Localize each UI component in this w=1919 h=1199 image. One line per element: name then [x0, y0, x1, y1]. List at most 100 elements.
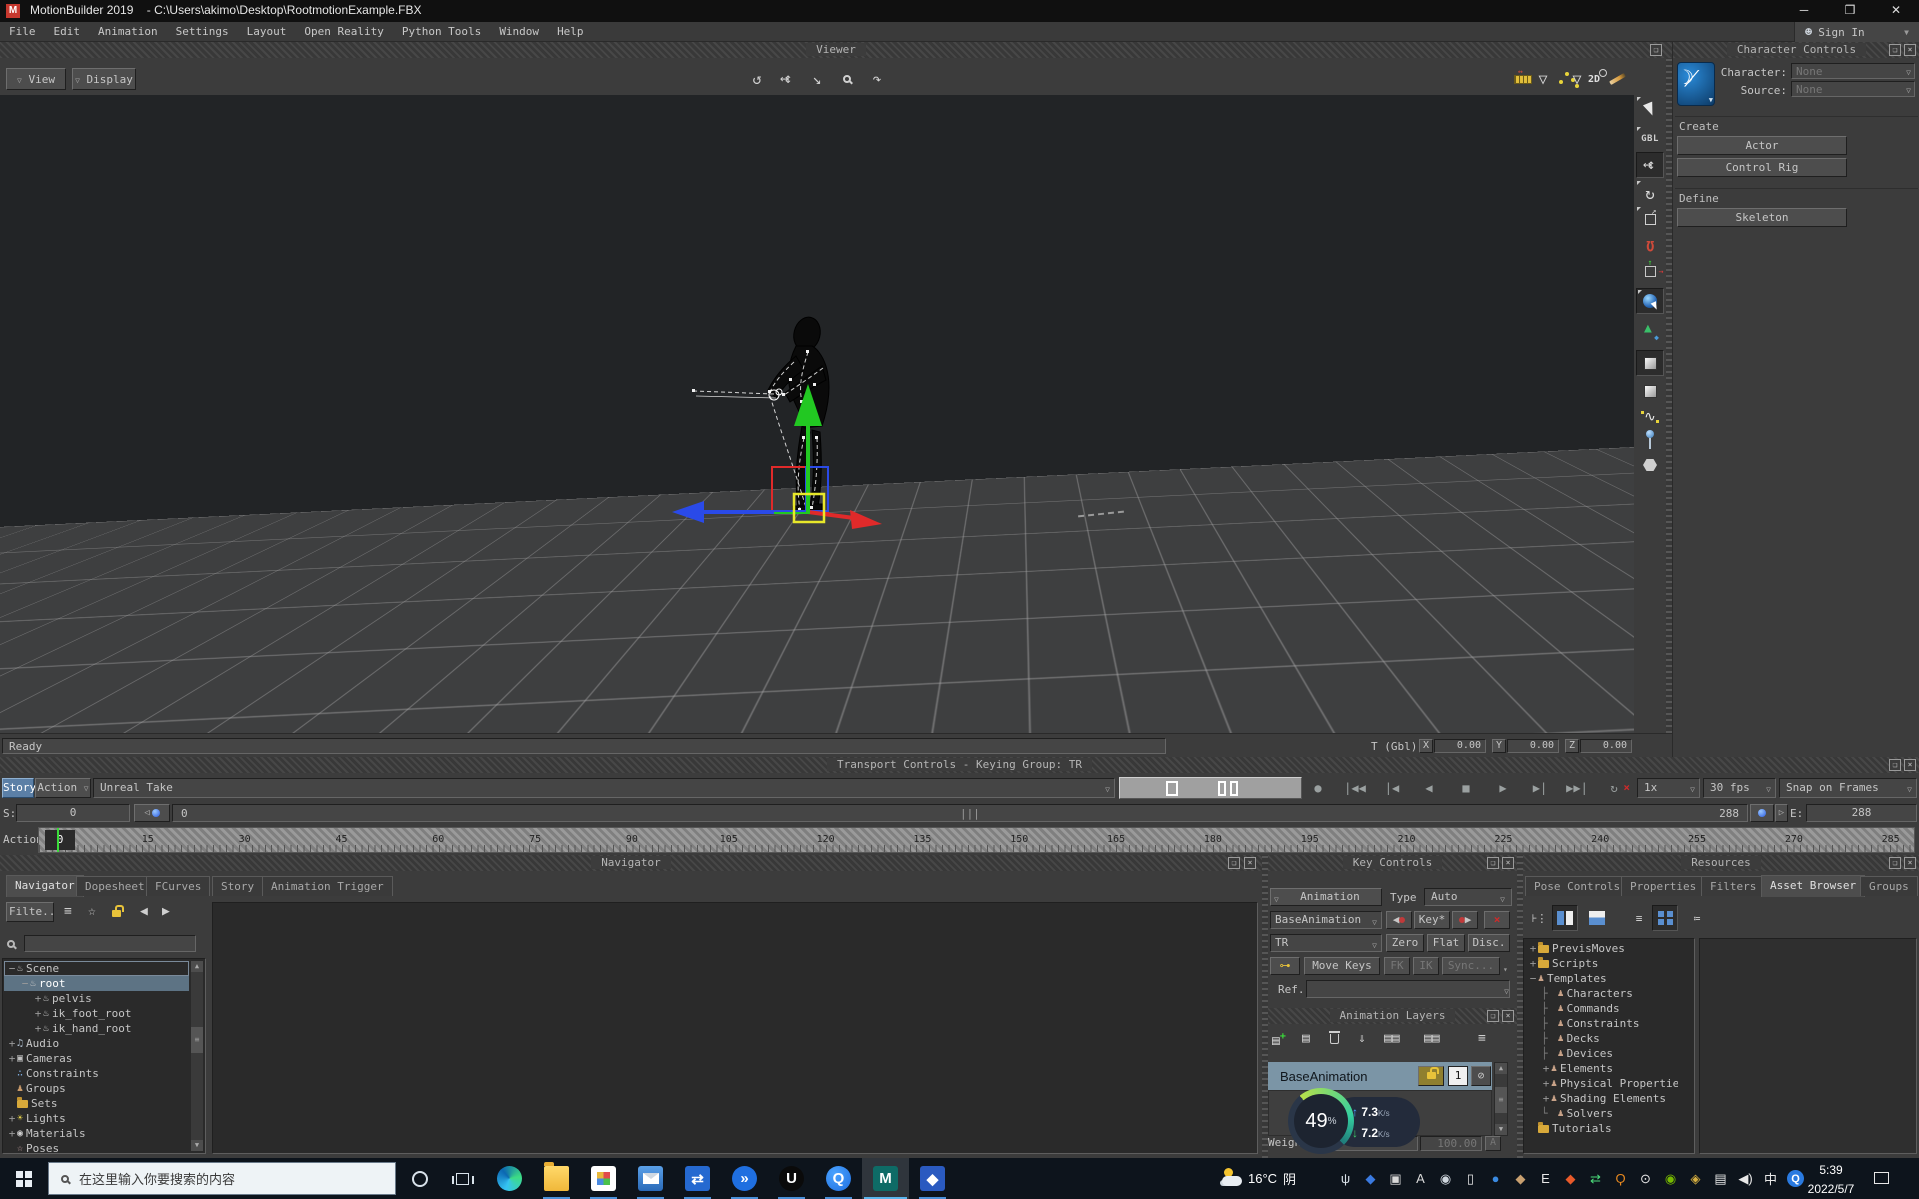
menu-settings[interactable]: Settings [167, 22, 238, 42]
tree-item-materials[interactable]: + ◉ Materials [4, 1126, 189, 1141]
menu-file[interactable]: File [0, 22, 45, 42]
playback-speed-dropdown[interactable]: 1x ▽ [1637, 778, 1700, 798]
scale-tool[interactable] [1636, 206, 1664, 232]
tree-item-constraints[interactable]: ├ ♟ Constraints [1525, 1016, 1678, 1031]
weight-value[interactable]: 100.00 [1420, 1136, 1482, 1151]
tab-asset-browser[interactable]: Asset Browser [1761, 875, 1866, 897]
ruler-tool-icon[interactable] [1508, 67, 1538, 90]
select-cone-tool[interactable] [1636, 318, 1664, 344]
select-sphere-tool[interactable] [1636, 288, 1664, 314]
zoom-line-icon[interactable]: ↘ [804, 68, 830, 90]
create-actor-button[interactable]: Actor [1677, 136, 1847, 155]
magnify-icon[interactable] [834, 68, 860, 90]
translate-tool[interactable] [1636, 152, 1664, 178]
tree-item-audio[interactable]: + ♫ Audio [4, 1036, 189, 1051]
more-options-icon[interactable]: ▾ [1503, 962, 1508, 980]
layer-lock-icon[interactable] [1418, 1066, 1444, 1086]
tab-filters[interactable]: Filters [1701, 876, 1766, 896]
range-handle[interactable]: ||| [960, 807, 980, 820]
translate-plane-tool[interactable] [1636, 258, 1664, 284]
expander-icon[interactable]: + [33, 1022, 43, 1035]
x-axis-value[interactable]: 0.00 [1434, 739, 1486, 753]
notification-center-icon[interactable] [1874, 1172, 1889, 1184]
orbit-icon[interactable]: ↺ [744, 68, 770, 90]
pin-tool[interactable] [1636, 428, 1664, 454]
tab-fcurves[interactable]: FCurves [146, 876, 211, 896]
playhead-frame-box[interactable]: 0 [45, 830, 75, 850]
grid-view-icon[interactable] [1652, 905, 1678, 931]
tree-item-lights[interactable]: + ☀ Lights [4, 1111, 189, 1126]
taskbar-blue-app[interactable]: » [721, 1158, 768, 1199]
set-key-button[interactable]: Key* [1414, 911, 1450, 929]
tree-item-scene[interactable]: − ♨ Scene [4, 961, 189, 976]
global-local-toggle[interactable]: GBL [1636, 126, 1664, 152]
z-axis-value[interactable]: 0.00 [1580, 739, 1632, 753]
zero-button[interactable]: Zero [1386, 934, 1424, 952]
phone-icon[interactable]: ▯ [1458, 1158, 1483, 1199]
tree-item-sets[interactable]: Sets [4, 1096, 189, 1111]
tree-item-templates[interactable]: − ♟ Templates [1525, 971, 1678, 986]
snap-dropdown[interactable]: Snap on Frames ▽ [1779, 778, 1917, 798]
tab-pose-controls[interactable]: Pose Controls [1525, 876, 1630, 896]
take-dropdown[interactable]: Unreal Take ▽ [93, 778, 1115, 798]
tree-item-constraints[interactable]: ∴ Constraints [4, 1066, 189, 1081]
menu-help[interactable]: Help [548, 22, 593, 42]
new-layer-icon[interactable]: ▤+ [1272, 1031, 1286, 1048]
tab-navigator[interactable]: Navigator [6, 875, 84, 897]
tree-item-characters[interactable]: ├ ♟ Characters [1525, 986, 1678, 1001]
tree-scrollbar[interactable]: ▲ ≡ ▼ [190, 960, 204, 1152]
menu-window[interactable]: Window [490, 22, 548, 42]
expander-icon[interactable]: − [20, 977, 30, 990]
move-keys-button[interactable]: Move Keys [1304, 957, 1380, 975]
menu-open-reality[interactable]: Open Reality [295, 22, 392, 42]
single-pane-icon[interactable] [1166, 781, 1178, 796]
start-frame-field[interactable]: 0 [16, 804, 130, 822]
double-pane-icon-b[interactable] [1230, 781, 1238, 796]
start-button[interactable] [0, 1158, 48, 1199]
tree-item-root[interactable]: − ♨ root [4, 976, 189, 991]
character-icon[interactable]: ⟋ ☽ ▼ [1677, 62, 1715, 106]
tab-animation-trigger[interactable]: Animation Trigger [262, 876, 393, 896]
hexagon-tool[interactable] [1636, 452, 1664, 478]
frame-range-bar[interactable]: 0 ||| 288 [172, 804, 1748, 822]
taskbar-edge[interactable] [486, 1158, 533, 1199]
dock-icon[interactable]: ❏ [1650, 44, 1662, 56]
tree-item-devices[interactable]: ├ ♟ Devices [1525, 1046, 1678, 1061]
steam-icon[interactable]: ◉ [1433, 1158, 1458, 1199]
close-button[interactable]: ✕ [1873, 0, 1919, 22]
taskbar-teamviewer[interactable]: ⇄ [674, 1158, 721, 1199]
task-view-icon[interactable] [442, 1158, 482, 1199]
dock-icon[interactable]: ❏ [1889, 857, 1901, 869]
pan-icon[interactable] [774, 68, 800, 90]
2d-magnify-icon[interactable]: 2D [1582, 68, 1608, 90]
search-input[interactable] [24, 935, 196, 952]
tree-item-decks[interactable]: ├ ♟ Decks [1525, 1031, 1678, 1046]
expander-icon[interactable]: + [1541, 1077, 1551, 1090]
double-pane-icon-a[interactable] [1218, 781, 1226, 796]
record-button[interactable]: ● [1300, 777, 1336, 799]
tree-item-shading-elements[interactable]: + ♟ Shading Elements [1525, 1091, 1678, 1106]
character-dropdown[interactable]: None ▽ [1791, 63, 1915, 79]
tab-groups[interactable]: Groups [1860, 876, 1918, 896]
frame-step-right[interactable]: ▷ [1775, 804, 1788, 822]
back-arrow-icon[interactable]: ◀ [140, 904, 148, 919]
blue-app-icon[interactable]: ● [1483, 1158, 1508, 1199]
clock[interactable]: 5:39 2022/5/7 [1796, 1158, 1866, 1199]
detail-view-icon[interactable]: ≔ [1684, 905, 1710, 931]
list-options-icon[interactable]: ≡ [64, 904, 72, 919]
sync-button[interactable]: Sync... [1442, 957, 1500, 975]
taskbar-app[interactable]: ◆ [909, 1158, 956, 1199]
merge-stack-icon[interactable]: ▤▤ [1384, 1031, 1400, 1046]
expander-icon[interactable]: + [1528, 957, 1538, 970]
3d-viewport[interactable]: Y Producer Perspective (X-Ray) root Tran… [0, 95, 1634, 733]
taskbar-quark[interactable]: Q [815, 1158, 862, 1199]
key-type-dropdown[interactable]: Auto ▽ [1424, 888, 1512, 906]
delete-key-button[interactable]: × [1484, 911, 1510, 929]
merge-layer-icon[interactable]: ⇓ [1358, 1031, 1366, 1046]
previous-key-button[interactable]: ◀ [1386, 911, 1412, 929]
nvidia-icon[interactable]: ◉ [1658, 1158, 1683, 1199]
stop-button[interactable]: ■ [1448, 777, 1484, 799]
close-panel-icon[interactable]: × [1904, 759, 1916, 771]
split-vertical-icon[interactable] [1552, 905, 1578, 931]
fk-button[interactable]: FK [1384, 957, 1410, 975]
